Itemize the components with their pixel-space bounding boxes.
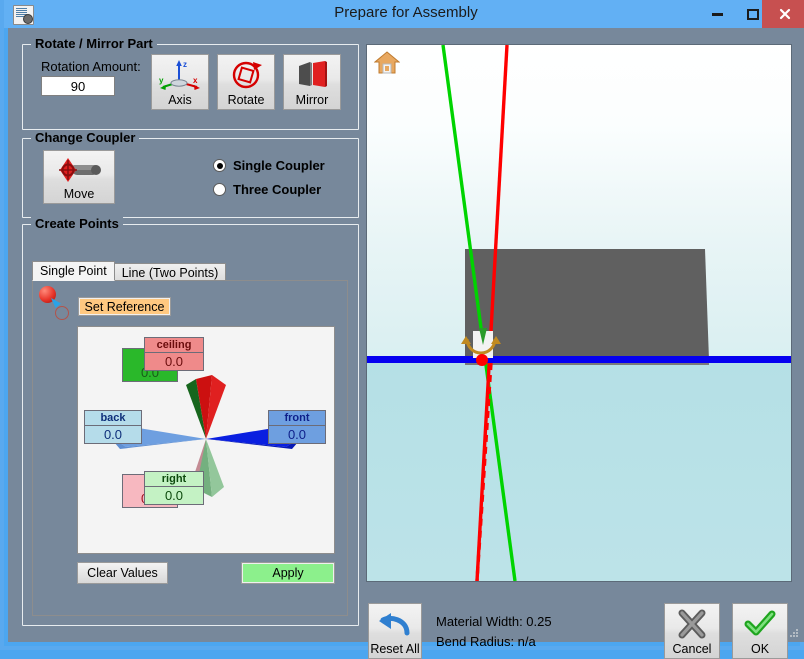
move-button-label: Move xyxy=(63,187,95,201)
material-width-text: Material Width: 0.25 xyxy=(436,614,552,629)
dialog-client-area: Rotate / Mirror Part Rotation Amount: 90… xyxy=(8,28,804,659)
right-field[interactable]: right 0.0 xyxy=(144,471,204,505)
origin-point-marker xyxy=(461,328,501,366)
tab-line-two-points[interactable]: Line (Two Points) xyxy=(113,263,227,281)
bend-radius-text: Bend Radius: n/a xyxy=(436,634,536,649)
back-label: back xyxy=(85,411,141,426)
radio-three-coupler-label: Three Coupler xyxy=(233,182,322,197)
rotation-amount-label: Rotation Amount: xyxy=(41,59,141,74)
create-points-legend: Create Points xyxy=(31,216,123,231)
svg-text:z: z xyxy=(183,60,187,69)
axis-triad-icon: z x y xyxy=(157,55,203,94)
radio-single-coupler-indicator xyxy=(213,159,226,172)
axis-button[interactable]: z x y Axis xyxy=(151,54,209,110)
set-reference-button[interactable]: Set Reference xyxy=(78,297,171,316)
titlebar: Prepare for Assembly xyxy=(4,0,804,28)
close-icon xyxy=(779,8,791,20)
maximize-icon xyxy=(747,8,759,20)
radio-single-coupler-label: Single Coupler xyxy=(233,158,325,173)
move-button[interactable]: Move xyxy=(43,150,115,204)
back-value: 0.0 xyxy=(103,427,123,442)
front-label: front xyxy=(269,411,325,426)
axis-value-canvas[interactable]: 0.0 0.0 ceiling 0.0 back 0.0 front 0.0 r… xyxy=(77,326,335,554)
rotation-amount-input[interactable]: 90 xyxy=(41,76,115,96)
x-cross-icon xyxy=(676,604,708,643)
dialog-window: Prepare for Assembly Rotate / Mirror Par… xyxy=(0,0,804,659)
tab-single-point[interactable]: Single Point xyxy=(32,261,115,281)
rotate-button[interactable]: Rotate xyxy=(217,54,275,110)
3d-viewport[interactable] xyxy=(366,44,792,582)
svg-text:y: y xyxy=(159,76,164,85)
radio-single-coupler[interactable]: Single Coupler xyxy=(213,158,325,173)
apply-button[interactable]: Apply xyxy=(241,562,335,584)
rotate-button-label: Rotate xyxy=(227,93,265,107)
mirror-button-label: Mirror xyxy=(295,93,329,107)
page-title: Prepare for Assembly xyxy=(334,4,478,21)
radio-three-coupler[interactable]: Three Coupler xyxy=(213,182,321,197)
back-field[interactable]: back 0.0 xyxy=(84,410,142,444)
minimize-icon xyxy=(711,12,723,16)
ceiling-label: ceiling xyxy=(145,338,203,353)
create-points-tabstrip: Single Point Line (Two Points) xyxy=(32,261,227,281)
home-view-icon[interactable] xyxy=(373,51,401,75)
undo-arrow-icon xyxy=(377,604,413,643)
rotate-mirror-legend: Rotate / Mirror Part xyxy=(31,36,157,51)
ceiling-value: 0.0 xyxy=(164,354,184,369)
point-reference-icon xyxy=(39,286,77,324)
move-coupler-icon xyxy=(52,151,106,188)
front-field[interactable]: front 0.0 xyxy=(268,410,326,444)
mirror-planes-icon xyxy=(295,55,329,94)
ok-button[interactable]: OK xyxy=(732,603,788,659)
rotate-arrow-icon xyxy=(229,55,263,94)
check-mark-icon xyxy=(744,604,776,643)
cancel-button[interactable]: Cancel xyxy=(664,603,720,659)
front-value: 0.0 xyxy=(287,427,307,442)
axis-button-label: Axis xyxy=(168,93,192,107)
radio-three-coupler-indicator xyxy=(213,183,226,196)
rotate-mirror-group: Rotate / Mirror Part Rotation Amount: 90… xyxy=(22,36,359,130)
right-value: 0.0 xyxy=(164,488,184,503)
resize-grip[interactable] xyxy=(789,629,799,639)
mirror-button[interactable]: Mirror xyxy=(283,54,341,110)
close-button[interactable] xyxy=(762,0,804,28)
ceiling-field[interactable]: ceiling 0.0 xyxy=(144,337,204,371)
svg-text:x: x xyxy=(193,76,198,85)
clear-values-button[interactable]: Clear Values xyxy=(77,562,168,584)
change-coupler-legend: Change Coupler xyxy=(31,130,140,145)
reset-all-button[interactable]: Reset All xyxy=(368,603,422,659)
minimize-button[interactable] xyxy=(699,0,735,28)
right-label: right xyxy=(145,472,203,487)
change-coupler-group: Change Coupler Move Single Coupler Three… xyxy=(22,130,359,218)
